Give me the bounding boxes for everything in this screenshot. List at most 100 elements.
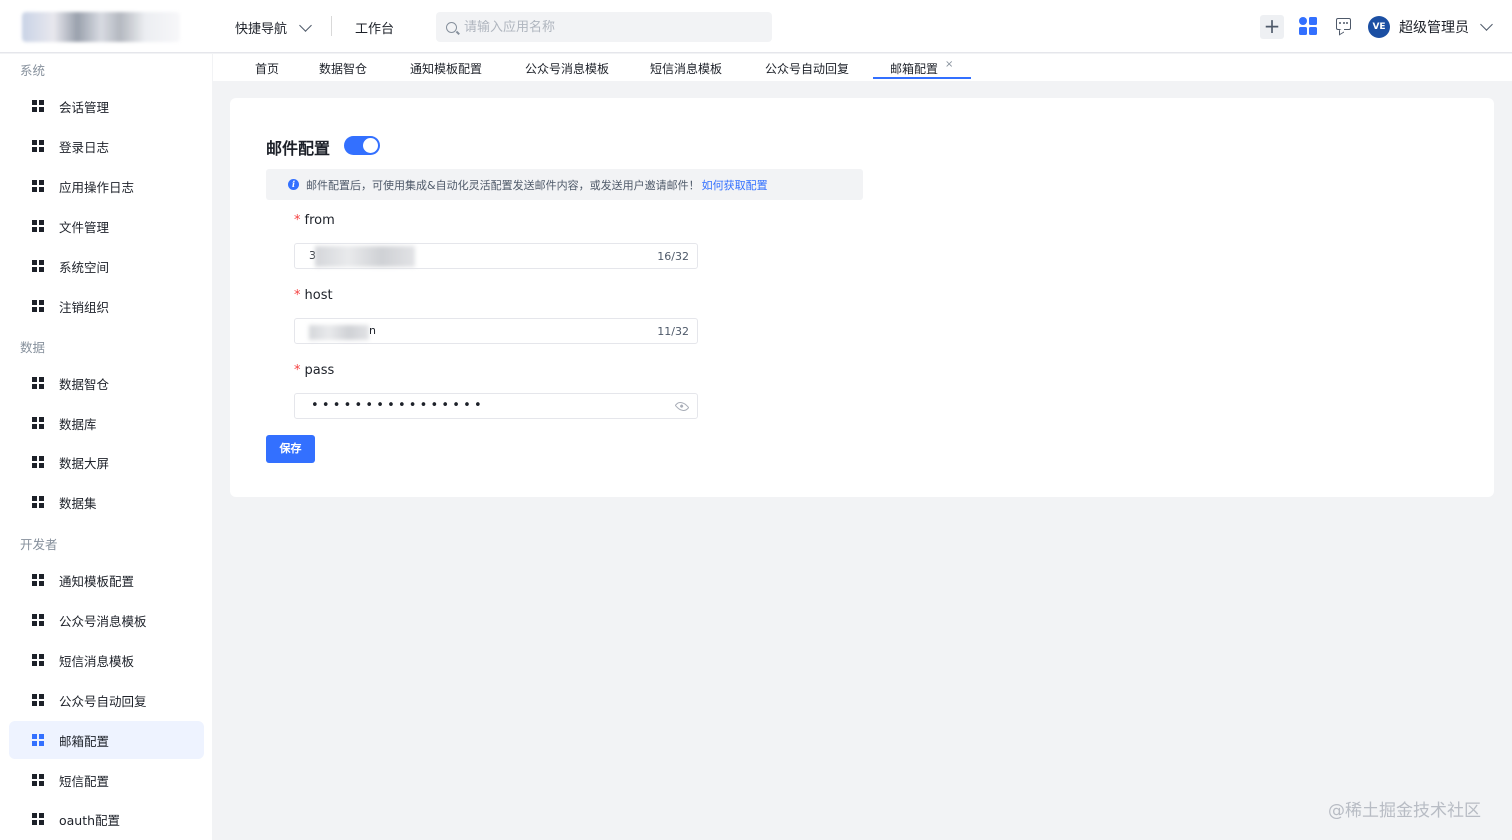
host-char-count: 11/32 bbox=[657, 325, 689, 338]
user-chevron-down-icon[interactable] bbox=[1480, 18, 1493, 31]
sidebar-item-app-op-log[interactable]: 应用操作日志 bbox=[9, 167, 204, 205]
apps-grid-icon[interactable] bbox=[1299, 17, 1318, 36]
sidebar-item-label: 短信消息模板 bbox=[59, 653, 135, 669]
quick-nav-label: 快捷导航 bbox=[235, 22, 288, 37]
sidebar-item-label: 数据集 bbox=[59, 495, 97, 511]
sidebar-item-mp-msg-template[interactable]: 公众号消息模板 bbox=[9, 601, 204, 639]
avatar[interactable]: VE bbox=[1368, 16, 1390, 38]
top-header: 快捷导航 工作台 + VE 超级管理员 bbox=[0, 0, 1512, 53]
host-label-text: host bbox=[304, 288, 333, 303]
chevron-down-icon bbox=[299, 18, 312, 32]
how-to-get-config-link[interactable]: 如何获取配置 bbox=[702, 177, 768, 193]
sidebar-item-data-screen[interactable]: 数据大屏 bbox=[9, 443, 204, 481]
tab-home[interactable]: 首页 bbox=[255, 60, 279, 77]
sidebar-item-label: 注销组织 bbox=[59, 299, 110, 315]
grid-icon bbox=[32, 813, 44, 825]
app-search[interactable] bbox=[436, 12, 772, 42]
sidebar-item-data-warehouse[interactable]: 数据智仓 bbox=[9, 364, 204, 402]
grid-icon bbox=[32, 140, 44, 152]
sidebar-group-data: 数据 bbox=[20, 340, 46, 355]
grid-icon bbox=[32, 774, 44, 786]
sidebar-item-dataset[interactable]: 数据集 bbox=[9, 483, 204, 521]
tab-mp-auto-reply[interactable]: 公众号自动回复 bbox=[765, 60, 849, 77]
from-field[interactable]: 3 16/32 bbox=[294, 243, 698, 269]
email-config-card: 邮件配置 i 邮件配置后，可使用集成&自动化灵活配置发送邮件内容，或发送用户邀请… bbox=[230, 98, 1494, 497]
sidebar-item-oauth-config[interactable]: oauth配置 bbox=[9, 800, 204, 838]
tab-email-config[interactable]: 邮箱配置 bbox=[890, 60, 938, 77]
watermark: @稀土掘金技术社区 bbox=[1328, 801, 1481, 821]
quick-nav-dropdown[interactable]: 快捷导航 bbox=[235, 18, 312, 37]
sidebar-item-system-space[interactable]: 系统空间 bbox=[9, 247, 204, 285]
redacted-value bbox=[309, 325, 369, 340]
eye-icon[interactable] bbox=[674, 399, 690, 414]
sidebar-item-cancel-org[interactable]: 注销组织 bbox=[9, 287, 204, 325]
page-tabs: 首页 数据智仓 通知模板配置 公众号消息模板 短信消息模板 公众号自动回复 邮箱… bbox=[213, 54, 1512, 81]
from-label-text: from bbox=[304, 213, 335, 228]
grid-icon bbox=[32, 180, 44, 192]
sidebar-item-session-mgmt[interactable]: 会话管理 bbox=[9, 87, 204, 125]
info-alert: i 邮件配置后，可使用集成&自动化灵活配置发送邮件内容，或发送用户邀请邮件！ 如… bbox=[266, 169, 863, 200]
sidebar-item-sms-template[interactable]: 短信消息模板 bbox=[9, 641, 204, 679]
password-value: •••••••••••••••• bbox=[311, 398, 485, 413]
pass-label-text: pass bbox=[304, 363, 335, 378]
from-label: * from bbox=[294, 213, 335, 228]
grid-icon bbox=[32, 654, 44, 666]
active-tab-indicator bbox=[873, 77, 971, 79]
sidebar-item-sms-config[interactable]: 短信配置 bbox=[9, 761, 204, 799]
host-label: * host bbox=[294, 288, 333, 303]
grid-icon bbox=[32, 377, 44, 389]
message-icon[interactable] bbox=[1336, 18, 1351, 30]
sidebar-item-label: 数据库 bbox=[59, 416, 97, 432]
sidebar-item-login-log[interactable]: 登录日志 bbox=[9, 127, 204, 165]
header-divider bbox=[331, 16, 332, 36]
add-icon[interactable]: + bbox=[1260, 15, 1284, 39]
tab-sms-template[interactable]: 短信消息模板 bbox=[650, 60, 722, 77]
grid-icon bbox=[32, 100, 44, 112]
sidebar-group-developer: 开发者 bbox=[20, 537, 58, 552]
workbench-link[interactable]: 工作台 bbox=[355, 18, 394, 37]
sidebar-item-label: 会话管理 bbox=[59, 99, 110, 115]
user-name[interactable]: 超级管理员 bbox=[1399, 17, 1469, 37]
app-logo[interactable] bbox=[22, 12, 180, 42]
sidebar-group-system: 系统 bbox=[20, 63, 46, 78]
sidebar-item-label: 系统空间 bbox=[59, 259, 110, 275]
pass-field[interactable]: •••••••••••••••• bbox=[294, 393, 698, 419]
required-mark: * bbox=[294, 363, 301, 378]
email-enable-toggle[interactable] bbox=[344, 136, 380, 155]
save-button[interactable]: 保存 bbox=[266, 435, 315, 463]
tab-data-warehouse[interactable]: 数据智仓 bbox=[319, 60, 367, 77]
grid-icon bbox=[32, 614, 44, 626]
close-icon[interactable]: × bbox=[945, 59, 953, 70]
grid-icon bbox=[32, 417, 44, 429]
required-mark: * bbox=[294, 288, 301, 303]
sidebar-item-email-config[interactable]: 邮箱配置 bbox=[9, 721, 204, 759]
grid-icon bbox=[32, 734, 44, 746]
alert-text: 邮件配置后，可使用集成&自动化灵活配置发送邮件内容，或发送用户邀请邮件！ bbox=[306, 178, 700, 192]
search-input[interactable] bbox=[464, 19, 754, 35]
grid-icon bbox=[32, 260, 44, 272]
info-icon: i bbox=[288, 179, 299, 190]
grid-icon bbox=[32, 456, 44, 468]
required-mark: * bbox=[294, 213, 301, 228]
grid-icon bbox=[32, 300, 44, 312]
sidebar-item-label: 公众号自动回复 bbox=[59, 693, 147, 709]
sidebar-item-file-mgmt[interactable]: 文件管理 bbox=[9, 207, 204, 245]
sidebar-item-notify-template[interactable]: 通知模板配置 bbox=[9, 561, 204, 599]
host-value: n bbox=[369, 324, 376, 337]
sidebar-item-label: 公众号消息模板 bbox=[59, 613, 147, 629]
grid-icon bbox=[32, 694, 44, 706]
host-field[interactable]: n 11/32 bbox=[294, 318, 698, 344]
sidebar-item-database[interactable]: 数据库 bbox=[9, 404, 204, 442]
sidebar: 系统 会话管理 登录日志 应用操作日志 文件管理 系统空间 注销组织 数据 数据… bbox=[0, 54, 212, 840]
redacted-value bbox=[315, 246, 415, 267]
sidebar-item-label: 应用操作日志 bbox=[59, 179, 135, 195]
grid-icon bbox=[32, 496, 44, 508]
sidebar-item-mp-auto-reply[interactable]: 公众号自动回复 bbox=[9, 681, 204, 719]
sidebar-item-label: 短信配置 bbox=[59, 773, 110, 789]
sidebar-item-label: 文件管理 bbox=[59, 219, 110, 235]
sidebar-item-label: 数据智仓 bbox=[59, 376, 110, 392]
sidebar-item-label: oauth配置 bbox=[59, 812, 121, 828]
tab-notify-template[interactable]: 通知模板配置 bbox=[410, 60, 482, 77]
tab-mp-msg-template[interactable]: 公众号消息模板 bbox=[525, 60, 609, 77]
from-char-count: 16/32 bbox=[657, 250, 689, 263]
